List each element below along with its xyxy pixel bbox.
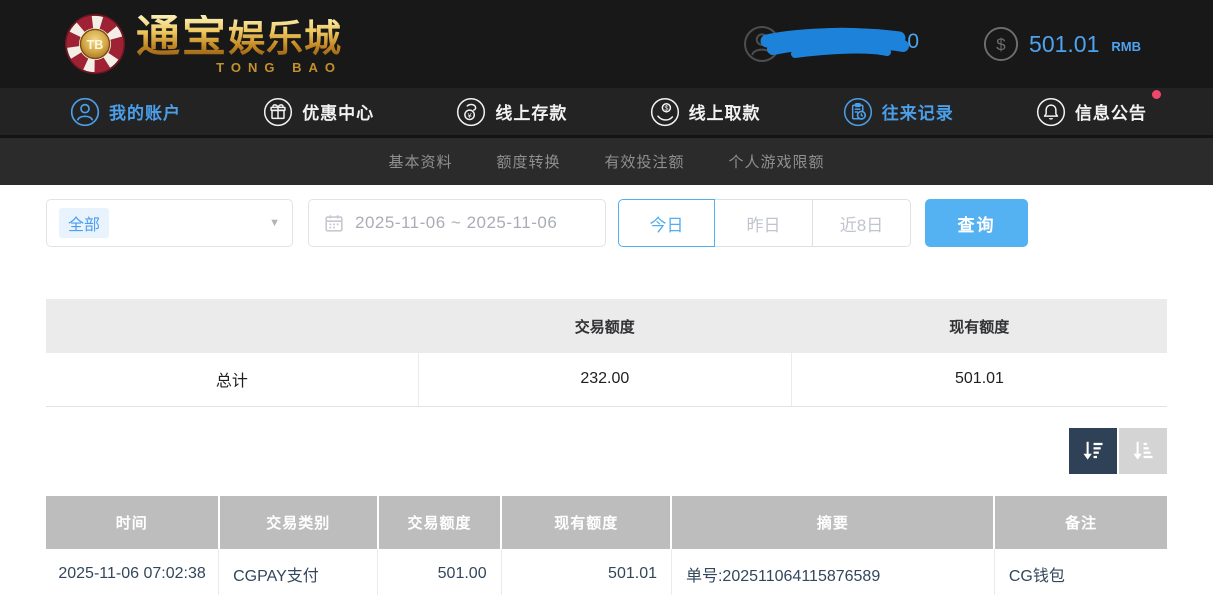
selected-type-chip: 全部 [59,208,109,238]
poker-chip-logo-icon: TB [64,13,126,75]
svg-text:TB: TB [87,38,104,52]
subnav-item-game-limits[interactable]: 个人游戏限额 [729,151,825,172]
record-amount: 501.00 [378,549,501,595]
topbar-right: 0 $ 501.01 RMB [743,25,1141,63]
filter-row: 全部 ▼ 2025-11-06 ~ 2025-11-06 今日 昨日 近8日 [46,199,1167,247]
transaction-type-select[interactable]: 全部 ▼ [46,199,293,247]
sort-descending-icon [1080,438,1106,464]
records-header-type: 交易类别 [219,496,378,549]
records-header-row: 时间 交易类别 交易额度 现有额度 摘要 备注 [46,496,1167,549]
logo-text: 通宝娱乐城 TONG BAO [136,15,342,74]
record-type: CGPAY支付 [219,549,378,595]
subnav-item-basic-info[interactable]: 基本资料 [388,151,452,172]
record-balance: 501.01 [501,549,671,595]
masked-username: 0 [787,27,925,61]
table-row: 2025-11-06 07:02:38 CGPAY支付 501.00 501.0… [46,549,1167,595]
nav-label: 线上取款 [689,99,761,124]
date-range-value: 2025-11-06 ~ 2025-11-06 [355,213,557,233]
balance-amount: 501.01 [1029,31,1099,58]
nav-item-announcements[interactable]: 信息公告 [1036,97,1147,127]
gift-icon [263,97,293,127]
record-summary: 单号:202511064115876589 [671,549,994,595]
main-navigation: 我的账户 优惠中心 ¥ 线上存款 [0,88,1213,135]
svg-text:$: $ [996,35,1006,54]
sort-descending-button[interactable] [1069,428,1117,474]
range-today-button[interactable]: 今日 [618,199,715,247]
balance-display[interactable]: $ 501.01 RMB [983,26,1141,62]
summary-header-row: 交易额度 现有额度 [46,299,1167,353]
site-logo[interactable]: TB 通宝娱乐城 TONG BAO [64,13,342,75]
logo-subtitle: TONG BAO [136,61,342,74]
logo-title-main: 通宝 [136,12,228,61]
sort-ascending-button[interactable] [1119,428,1167,474]
subnav-item-valid-bets[interactable]: 有效投注额 [605,151,685,172]
summary-total-transaction-amount: 232.00 [418,353,791,406]
sub-navigation: 基本资料 额度转换 有效投注额 个人游戏限额 [0,135,1213,185]
deposit-icon: ¥ [456,97,486,127]
records-icon [843,97,873,127]
main-content: 全部 ▼ 2025-11-06 ~ 2025-11-06 今日 昨日 近8日 [0,185,1213,595]
logo-title-rest: 娱乐城 [228,18,342,59]
transaction-records-page: TB 通宝娱乐城 TONG BAO [0,0,1213,595]
logo-title: 通宝娱乐城 [136,15,342,59]
username-suffix: 0 [907,30,919,54]
summary-total-row: 总计 232.00 501.01 [46,353,1167,406]
chevron-down-icon: ▼ [269,217,280,229]
nav-item-withdraw[interactable]: $ 线上取款 [650,97,761,127]
records-header-balance: 现有额度 [501,496,671,549]
nav-item-promotions[interactable]: 优惠中心 [263,97,374,127]
range-last8days-button[interactable]: 近8日 [813,199,911,247]
records-header-amount: 交易额度 [378,496,501,549]
withdraw-icon: $ [650,97,680,127]
search-button[interactable]: 查询 [925,199,1028,247]
subnav-item-credit-transfer[interactable]: 额度转换 [496,151,560,172]
nav-item-transaction-records[interactable]: 往来记录 [843,97,954,127]
record-note: CG钱包 [994,549,1167,595]
nav-label: 优惠中心 [302,99,374,124]
summary-header-empty [46,299,418,353]
sort-ascending-icon [1130,438,1156,464]
calendar-icon [323,212,345,234]
notification-dot [1152,90,1161,99]
nav-label: 往来记录 [882,99,954,124]
records-header-note: 备注 [994,496,1167,549]
record-time: 2025-11-06 07:02:38 [46,549,219,595]
nav-label: 线上存款 [495,99,567,124]
summary-table: 交易额度 现有额度 总计 232.00 501.01 [46,299,1167,407]
range-yesterday-button[interactable]: 昨日 [715,199,813,247]
summary-total-current-balance: 501.01 [791,353,1167,406]
summary-header-transaction-amount: 交易额度 [418,299,791,353]
records-header-time: 时间 [46,496,219,549]
dollar-coin-icon: $ [983,26,1019,62]
top-header: TB 通宝娱乐城 TONG BAO [0,0,1213,88]
nav-item-my-account[interactable]: 我的账户 [70,97,181,127]
nav-label: 信息公告 [1075,99,1147,124]
quick-range-group: 今日 昨日 近8日 [618,199,911,247]
nav-label: 我的账户 [109,99,181,124]
nav-item-deposit[interactable]: ¥ 线上存款 [456,97,567,127]
summary-header-current-balance: 现有额度 [791,299,1167,353]
summary-total-label: 总计 [46,353,418,406]
svg-text:$: $ [664,105,668,112]
username-display[interactable]: 0 [743,25,925,63]
sort-controls [46,428,1167,474]
balance-currency: RMB [1111,39,1141,54]
account-icon [70,97,100,127]
records-header-summary: 摘要 [671,496,994,549]
date-range-input[interactable]: 2025-11-06 ~ 2025-11-06 [308,199,606,247]
privacy-scribble [753,27,925,61]
bell-icon [1036,97,1066,127]
records-table: 时间 交易类别 交易额度 现有额度 摘要 备注 2025-11-06 07:02… [46,496,1167,595]
